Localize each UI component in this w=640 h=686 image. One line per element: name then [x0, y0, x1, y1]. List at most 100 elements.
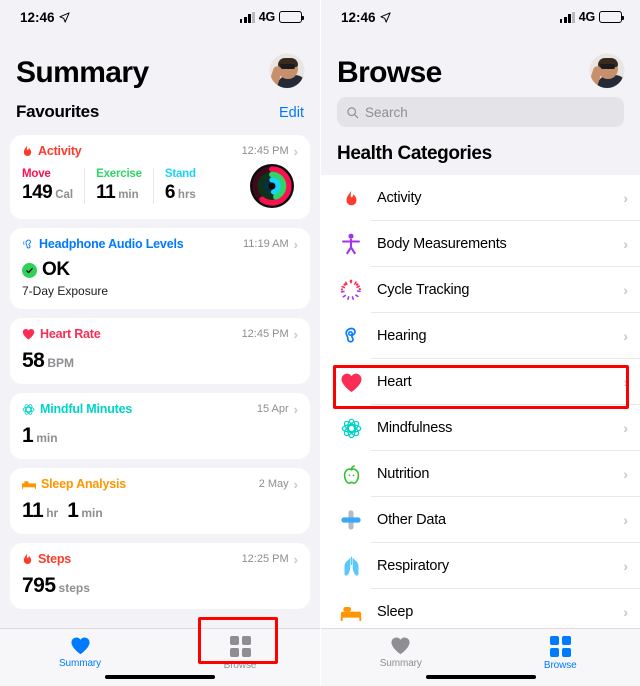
cross-data-icon: [339, 508, 363, 532]
tab-browse-label: Browse: [543, 660, 577, 671]
activity-column-move: Move 149 Cal: [22, 168, 84, 204]
status-bar: 12:46 4G: [0, 0, 320, 34]
grid-icon: [229, 636, 251, 657]
status-value: OK: [42, 259, 70, 280]
chevron-right-icon: ›: [623, 328, 628, 344]
home-indicator: [105, 674, 215, 679]
status-time: 12:46: [341, 9, 376, 25]
status-bar: 12:46 4G: [321, 0, 640, 34]
chevron-right-icon: ›: [623, 466, 628, 482]
chevron-right-icon: ›: [293, 476, 298, 492]
heart-icon: [391, 637, 410, 655]
category-label: Mindfulness: [377, 420, 453, 436]
mindfulness-icon: [22, 403, 35, 415]
chevron-right-icon: ›: [623, 236, 628, 252]
category-row-respiratory[interactable]: Respiratory ›: [321, 543, 640, 589]
activity-exercise-value: 11: [96, 182, 116, 203]
activity-stand-label: Stand: [164, 168, 196, 180]
chevron-right-icon: ›: [293, 143, 298, 159]
cellular-bars-icon: [239, 11, 255, 23]
card-time: 12:25 PM: [241, 553, 289, 565]
card-time: 2 May: [258, 478, 289, 490]
activity-stand-unit: hrs: [177, 189, 196, 201]
card-mindful-minutes[interactable]: Mindful Minutes 15 Apr › 1 min: [10, 393, 310, 459]
card-title-label: Headphone Audio Levels: [39, 237, 184, 251]
network-label: 4G: [578, 10, 595, 24]
avatar[interactable]: [270, 54, 304, 88]
metric-unit: hr: [46, 506, 59, 520]
tab-bar: Summary Browse: [0, 628, 320, 686]
card-time: 11:19 AM: [242, 238, 289, 250]
flame-icon: [339, 186, 363, 210]
favourites-section-header: Favourites Edit: [0, 88, 320, 129]
category-row-body-measurements[interactable]: Body Measurements ›: [321, 221, 640, 267]
card-title-label: Activity: [38, 144, 82, 158]
metric-unit: steps: [58, 581, 90, 595]
flame-icon: [23, 144, 32, 157]
chevron-right-icon: ›: [293, 326, 298, 342]
category-label: Body Measurements: [377, 236, 507, 252]
metric-unit: BPM: [47, 356, 75, 370]
section-title: Favourites: [16, 102, 99, 121]
activity-move-label: Move: [22, 168, 51, 180]
chevron-right-icon: ›: [623, 190, 628, 206]
section-title-health-categories: Health Categories: [337, 143, 492, 164]
battery-icon: [279, 11, 305, 23]
category-label: Sleep: [377, 604, 414, 620]
location-arrow-icon: [379, 11, 391, 23]
chevron-right-icon: ›: [623, 512, 628, 528]
category-row-nutrition[interactable]: Nutrition ›: [321, 451, 640, 497]
search-input[interactable]: Search: [337, 97, 624, 127]
category-label: Heart: [377, 374, 412, 390]
summary-header: Summary: [0, 34, 320, 88]
category-row-other-data[interactable]: Other Data ›: [321, 497, 640, 543]
card-time: 12:45 PM: [241, 328, 289, 340]
favourites-list[interactable]: Activity 12:45 PM › Move 149 Cal Exercis…: [0, 135, 320, 628]
category-label: Cycle Tracking: [377, 282, 470, 298]
category-label: Respiratory: [377, 558, 449, 574]
dual-screenshot: 12:46 4G Summary Favourites Edit Activit…: [0, 0, 640, 686]
category-row-heart[interactable]: Heart ›: [321, 359, 640, 405]
card-title-label: Heart Rate: [40, 327, 101, 341]
health-categories-list[interactable]: Activity › Body Measurements › Cycle Tra…: [321, 175, 640, 628]
bed-icon: [339, 600, 363, 624]
browse-screen: 12:46 4G Browse Search Health Categories…: [320, 0, 640, 686]
network-label: 4G: [258, 10, 275, 24]
card-title-label: Sleep Analysis: [41, 477, 126, 491]
tab-browse-label: Browse: [223, 660, 257, 671]
search-icon: [347, 106, 359, 118]
edit-button[interactable]: Edit: [279, 105, 304, 121]
activity-column-stand: Stand 6 hrs: [152, 168, 207, 204]
card-steps[interactable]: Steps 12:25 PM › 795 steps: [10, 543, 310, 609]
category-row-hearing[interactable]: Hearing ›: [321, 313, 640, 359]
card-heart-rate[interactable]: Heart Rate 12:45 PM › 58 BPM: [10, 318, 310, 384]
metric-unit-2: min: [81, 506, 103, 520]
category-row-sleep[interactable]: Sleep ›: [321, 589, 640, 628]
category-label: Other Data: [377, 512, 446, 528]
activity-rings-icon: [250, 164, 294, 208]
cellular-bars-icon: [559, 11, 575, 23]
chevron-right-icon: ›: [623, 604, 628, 620]
body-figure-icon: [339, 232, 363, 256]
chevron-right-icon: ›: [293, 551, 298, 567]
page-title: Browse: [337, 56, 442, 89]
category-label: Hearing: [377, 328, 427, 344]
cycle-tracking-icon: [339, 278, 363, 302]
heart-icon: [70, 637, 90, 655]
metric-value: 1: [22, 424, 34, 447]
bed-icon: [22, 480, 36, 489]
mindfulness-icon: [339, 416, 363, 440]
status-time: 12:46: [20, 9, 55, 25]
metric-value: 58: [22, 349, 45, 372]
metric-unit: min: [36, 431, 58, 445]
category-row-cycle-tracking[interactable]: Cycle Tracking ›: [321, 267, 640, 313]
browse-header: Browse: [321, 34, 640, 88]
activity-stand-value: 6: [164, 182, 176, 203]
card-activity[interactable]: Activity 12:45 PM › Move 149 Cal Exercis…: [10, 135, 310, 219]
avatar[interactable]: [590, 54, 624, 88]
category-row-activity[interactable]: Activity ›: [321, 175, 640, 221]
card-headphone-audio-levels[interactable]: Headphone Audio Levels 11:19 AM › OK 7-D…: [10, 228, 310, 309]
activity-exercise-unit: min: [118, 189, 139, 201]
category-row-mindfulness[interactable]: Mindfulness ›: [321, 405, 640, 451]
card-sleep-analysis[interactable]: Sleep Analysis 2 May › 11 hr 1 min: [10, 468, 310, 534]
